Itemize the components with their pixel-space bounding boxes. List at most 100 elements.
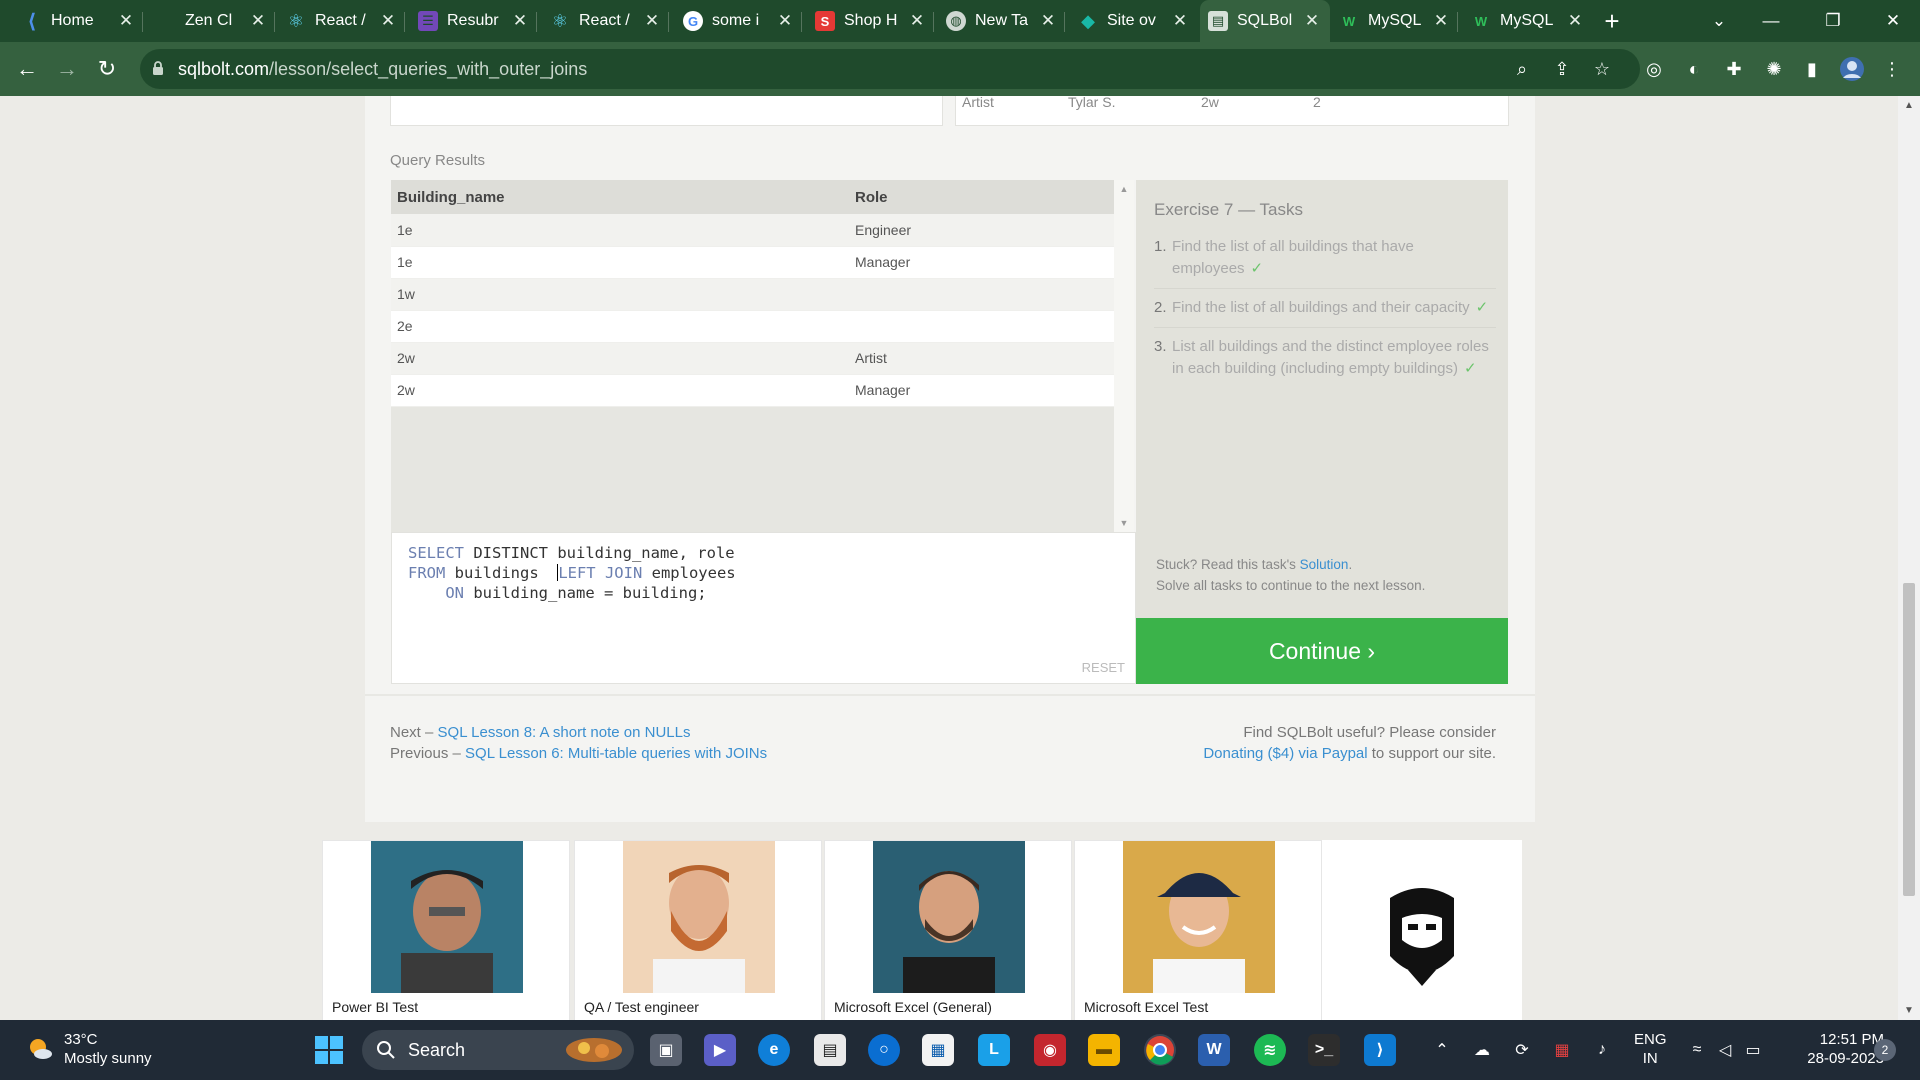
- browser-tab[interactable]: ◆ Site ov ✕: [1070, 0, 1198, 42]
- profile-avatar[interactable]: [1838, 54, 1866, 84]
- system-clock[interactable]: 12:51 PM 28-09-2023: [1784, 1030, 1884, 1068]
- minimize-button[interactable]: —: [1748, 0, 1794, 42]
- chatgpt-extension-icon[interactable]: ✺: [1760, 54, 1788, 84]
- browser-tab[interactable]: W MySQL ✕: [1463, 0, 1593, 42]
- weather-widget[interactable]: 33°C Mostly sunny: [26, 1030, 152, 1068]
- restore-button[interactable]: ❐: [1810, 0, 1856, 42]
- recorder-icon[interactable]: ◉: [1034, 1034, 1066, 1066]
- volume-icon[interactable]: ◁: [1712, 1034, 1738, 1066]
- l-app-icon[interactable]: L: [978, 1034, 1010, 1066]
- close-tab-icon[interactable]: ✕: [775, 11, 795, 31]
- tab-search-icon[interactable]: ⌄: [1696, 0, 1742, 42]
- close-tab-icon[interactable]: ✕: [1565, 11, 1585, 31]
- browser-tab[interactable]: W MySQL ✕: [1331, 0, 1459, 42]
- sync-icon[interactable]: ⟳: [1508, 1034, 1536, 1066]
- reload-button[interactable]: ↻: [92, 54, 122, 84]
- terminal-icon[interactable]: >_: [1308, 1034, 1340, 1066]
- ad-card[interactable]: QA / Test engineer: [574, 840, 822, 1020]
- photos-icon[interactable]: ▤: [814, 1034, 846, 1066]
- share-icon[interactable]: ⇪: [1548, 54, 1576, 84]
- browser-tab[interactable]: ⟨ Home ✕: [14, 0, 144, 42]
- continue-button[interactable]: Continue ›: [1136, 618, 1508, 684]
- calendar-badge-icon[interactable]: ▦: [1548, 1034, 1576, 1066]
- ad-card[interactable]: Microsoft Excel (General): [824, 840, 1072, 1020]
- language-indicator[interactable]: ENG IN: [1634, 1030, 1667, 1068]
- show-hidden-icons-icon[interactable]: ⌃: [1430, 1034, 1454, 1066]
- close-tab-icon[interactable]: ✕: [116, 11, 136, 31]
- close-tab-icon[interactable]: ✕: [907, 11, 927, 31]
- scroll-up-arrow-icon[interactable]: ▲: [1898, 100, 1920, 111]
- close-tab-icon[interactable]: ✕: [1431, 11, 1451, 31]
- teams-icon[interactable]: ▶: [704, 1034, 736, 1066]
- wifi-icon[interactable]: ≈: [1684, 1034, 1710, 1066]
- edge-icon[interactable]: e: [758, 1034, 790, 1066]
- close-window-button[interactable]: ✕: [1870, 0, 1916, 42]
- task-view-icon[interactable]: ▣: [650, 1034, 682, 1066]
- chrome-icon[interactable]: [1144, 1034, 1176, 1066]
- extension-circle-icon[interactable]: ◐: [1680, 54, 1708, 84]
- scrollbar-thumb[interactable]: [1903, 583, 1915, 896]
- microphone-icon[interactable]: ♪: [1588, 1034, 1616, 1066]
- sql-editor[interactable]: SELECT DISTINCT building_name, role FROM…: [391, 532, 1136, 684]
- sql-text: employees: [642, 564, 736, 582]
- previous-prefix: Previous –: [390, 745, 466, 762]
- close-tab-icon[interactable]: ✕: [248, 11, 268, 31]
- browser-menu-icon[interactable]: ⋮: [1878, 54, 1906, 84]
- browser-tab[interactable]: ⚛ React / ✕: [278, 0, 406, 42]
- scroll-down-arrow-icon[interactable]: ▼: [1114, 518, 1134, 528]
- browser-tab[interactable]: ⚛ React / ✕: [542, 0, 670, 42]
- browser-tab[interactable]: ◍ New Ta ✕: [938, 0, 1066, 42]
- ad-card[interactable]: Microsoft Excel Test: [1074, 840, 1322, 1020]
- bookmark-star-icon[interactable]: ☆: [1588, 54, 1616, 84]
- browser-tab[interactable]: Zen Cl ✕: [148, 0, 276, 42]
- zoom-icon[interactable]: ⌕: [1508, 54, 1536, 84]
- side-panel-icon[interactable]: ▮: [1798, 54, 1826, 84]
- windows-start-icon[interactable]: [314, 1035, 344, 1065]
- tasks-title: Exercise 7 — Tasks: [1154, 200, 1303, 219]
- close-tab-icon[interactable]: ✕: [642, 11, 662, 31]
- page-scrollbar[interactable]: ▲ ▼: [1898, 96, 1920, 1020]
- table-cell: [849, 278, 1114, 311]
- close-tab-icon[interactable]: ✕: [1302, 11, 1322, 31]
- extensions-puzzle-icon[interactable]: ✚: [1720, 54, 1748, 84]
- close-tab-icon[interactable]: ✕: [510, 11, 530, 31]
- donate-link[interactable]: Donating ($4) via Paypal: [1203, 745, 1367, 762]
- close-tab-icon[interactable]: ✕: [378, 11, 398, 31]
- solution-link[interactable]: Solution: [1300, 557, 1349, 572]
- tab-title: MySQL: [1368, 12, 1422, 29]
- sql-code[interactable]: SELECT DISTINCT building_name, role FROM…: [408, 543, 736, 603]
- browser-tab[interactable]: ▤ SQLBol ✕: [1200, 0, 1330, 42]
- extension-target-icon[interactable]: ◎: [1640, 54, 1668, 84]
- results-scrollbar[interactable]: ▲ ▼: [1114, 180, 1134, 532]
- close-tab-icon[interactable]: ✕: [1038, 11, 1058, 31]
- next-lesson-link[interactable]: SQL Lesson 8: A short note on NULLs: [438, 724, 691, 741]
- forward-button[interactable]: →: [52, 54, 82, 84]
- w-app-icon[interactable]: W: [1198, 1034, 1230, 1066]
- tab-title: Home: [51, 12, 94, 29]
- spotify-icon[interactable]: ≋: [1254, 1034, 1286, 1066]
- reset-button[interactable]: RESET: [1082, 660, 1125, 675]
- vscode-icon[interactable]: ⟩: [1364, 1034, 1396, 1066]
- battery-icon[interactable]: ▭: [1740, 1034, 1766, 1066]
- close-tab-icon[interactable]: ✕: [1170, 11, 1190, 31]
- browser-tab[interactable]: S Shop H ✕: [807, 0, 935, 42]
- cortana-icon[interactable]: ○: [868, 1034, 900, 1066]
- browser-tab[interactable]: Gsome i ✕: [675, 0, 803, 42]
- store-icon[interactable]: ▦: [922, 1034, 954, 1066]
- onedrive-icon[interactable]: ☁: [1468, 1034, 1496, 1066]
- address-bar[interactable]: sqlbolt.com/lesson/select_queries_with_o…: [140, 49, 1640, 89]
- file-explorer-icon[interactable]: ▬: [1088, 1034, 1120, 1066]
- task-item: 1. Find the list of all buildings that ha…: [1154, 236, 1496, 289]
- tab-title: some i: [712, 12, 760, 29]
- browser-tab[interactable]: ☰ Resubr ✕: [410, 0, 538, 42]
- previous-lesson-link[interactable]: SQL Lesson 6: Multi-table queries with J…: [465, 745, 767, 762]
- task-number: 3.: [1154, 338, 1167, 355]
- ad-card[interactable]: Power BI Test: [322, 840, 570, 1020]
- back-button[interactable]: ←: [12, 54, 42, 84]
- table-cell: [849, 310, 1114, 343]
- scroll-down-arrow-icon[interactable]: ▼: [1898, 1005, 1920, 1016]
- taskbar-search[interactable]: Search: [362, 1030, 634, 1070]
- scroll-up-arrow-icon[interactable]: ▲: [1114, 184, 1134, 194]
- notification-badge[interactable]: 2: [1874, 1039, 1896, 1061]
- new-tab-button[interactable]: +: [1600, 0, 1624, 42]
